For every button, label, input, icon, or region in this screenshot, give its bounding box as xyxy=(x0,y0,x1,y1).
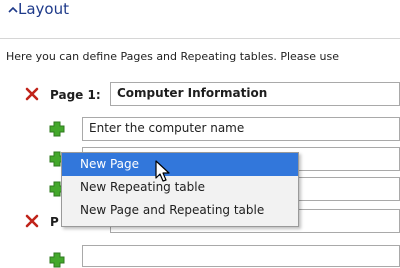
section-divider xyxy=(0,38,400,39)
menu-item-new-page[interactable]: New Page xyxy=(62,153,298,176)
delete-page-icon[interactable] xyxy=(24,213,40,229)
page-label: P xyxy=(50,215,59,229)
description-text: Here you can define Pages and Repeating … xyxy=(6,50,339,63)
page-name-field[interactable]: Computer Information xyxy=(110,82,400,106)
add-field-icon[interactable] xyxy=(49,121,65,137)
section-title: Layout xyxy=(18,0,69,18)
add-field-icon[interactable] xyxy=(49,252,65,268)
delete-page-icon[interactable] xyxy=(24,86,40,102)
menu-item-new-page-and-repeating-table[interactable]: New Page and Repeating table xyxy=(62,199,298,222)
field-input[interactable] xyxy=(82,245,400,267)
field-input[interactable]: Enter the computer name xyxy=(82,117,400,141)
menu-item-new-repeating-table[interactable]: New Repeating table xyxy=(62,176,298,199)
mouse-cursor-icon xyxy=(155,160,170,182)
add-context-menu: New Page New Repeating table New Page an… xyxy=(61,152,299,227)
page-label: Page 1: xyxy=(50,88,101,102)
